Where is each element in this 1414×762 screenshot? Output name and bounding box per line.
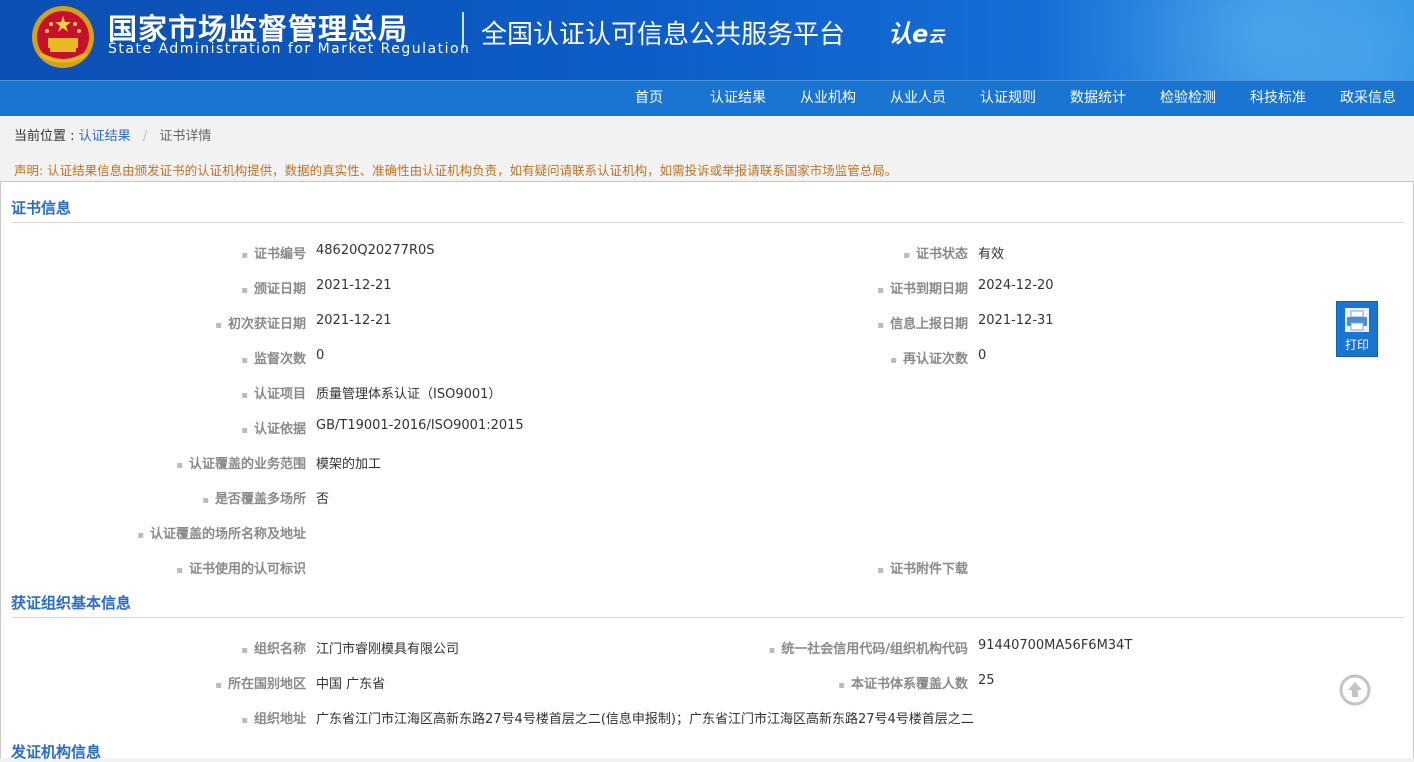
label-cert-basis: 认证依据 xyxy=(241,418,306,437)
value-issue-date: 2021-12-21 xyxy=(316,278,392,293)
value-region: 中国 广东省 xyxy=(316,677,386,692)
label-org-name: 组织名称 xyxy=(241,638,306,657)
breadcrumb-current: 证书详情 xyxy=(159,129,212,144)
main-nav: 首页 认证结果 从业机构 从业人员 认证规则 数据统计 检验检测 科技标准 政采… xyxy=(0,80,1414,116)
platform-logo: 认e云 xyxy=(888,14,944,49)
value-cert-project: 质量管理体系认证（ISO9001） xyxy=(316,387,502,402)
value-cert-no: 48620Q20277R0S xyxy=(316,243,435,258)
breadcrumb-link-cert-results[interactable]: 认证结果 xyxy=(79,129,131,144)
nav-home[interactable]: 首页 xyxy=(635,81,663,116)
value-multisite: 否 xyxy=(316,492,330,507)
title-divider xyxy=(462,12,464,48)
section-title-org: 获证组织基本信息 xyxy=(11,594,132,612)
nav-personnel[interactable]: 从业人员 xyxy=(890,81,946,116)
site-header: 国家市场监督管理总局 State Administration for Mark… xyxy=(0,0,1414,80)
section-title-issuer: 发证机构信息 xyxy=(11,743,102,761)
label-org-address: 组织地址 xyxy=(241,708,306,727)
value-expire-date: 2024-12-20 xyxy=(978,278,1054,293)
label-multisite: 是否覆盖多场所 xyxy=(202,488,306,507)
value-credit-code: 91440700MA56F6M34T xyxy=(978,638,1133,653)
back-to-top-icon[interactable] xyxy=(1339,674,1371,706)
label-issue-date: 颁证日期 xyxy=(241,278,306,297)
value-report-date: 2021-12-31 xyxy=(978,313,1054,328)
value-org-name: 江门市睿刚模具有限公司 xyxy=(316,642,460,657)
logo-char-b: e xyxy=(912,20,929,48)
nav-standards[interactable]: 科技标准 xyxy=(1250,81,1306,116)
label-cert-no: 证书编号 xyxy=(241,243,306,262)
print-label: 打印 xyxy=(1344,338,1369,352)
logo-char-a: 认 xyxy=(888,20,912,48)
label-business-scope: 认证覆盖的业务范围 xyxy=(176,453,306,472)
nav-statistics[interactable]: 数据统计 xyxy=(1070,81,1126,116)
disclaimer-notice: 声明: 认证结果信息由颁发证书的认证机构提供，数据的真实性、准确性由认证机构负责… xyxy=(14,163,898,178)
detail-panel: 证书信息 证书编号 48620Q20277R0S 证书状态 有效 颁证日期 20… xyxy=(0,181,1414,761)
value-headcount: 25 xyxy=(978,673,995,688)
label-accreditation-mark: 证书使用的认可标识 xyxy=(176,558,306,577)
agency-name-en: State Administration for Market Regulati… xyxy=(108,41,471,57)
nav-inspection[interactable]: 检验检测 xyxy=(1160,81,1216,116)
section-divider xyxy=(11,617,1404,618)
label-cert-project: 认证项目 xyxy=(241,383,306,402)
label-sites-address: 认证覆盖的场所名称及地址 xyxy=(137,523,306,542)
print-button[interactable]: 打印 xyxy=(1336,301,1378,357)
breadcrumb: 当前位置 : 认证结果 / 证书详情 xyxy=(14,125,211,144)
label-cert-status: 证书状态 xyxy=(903,243,968,262)
nav-cert-results[interactable]: 认证结果 xyxy=(710,81,766,116)
value-supervision-count: 0 xyxy=(316,348,325,363)
printer-icon xyxy=(1345,308,1369,332)
value-cert-status: 有效 xyxy=(978,247,1005,262)
value-cert-basis: GB/T19001-2016/ISO9001:2015 xyxy=(316,418,524,433)
label-headcount: 本证书体系覆盖人数 xyxy=(838,673,968,692)
value-recert-count: 0 xyxy=(978,348,987,363)
label-attachment-download[interactable]: 证书附件下载 xyxy=(877,558,968,577)
value-org-address: 广东省江门市江海区高新东路27号4号楼首层之二(信息申报制)；广东省江门市江海区… xyxy=(316,712,974,727)
breadcrumb-prefix: 当前位置 : xyxy=(14,129,75,144)
platform-title: 全国认证认可信息公共服务平台 xyxy=(481,20,846,50)
label-report-date: 信息上报日期 xyxy=(877,313,968,332)
nav-cert-rules[interactable]: 认证规则 xyxy=(980,81,1036,116)
national-emblem-icon xyxy=(32,6,94,68)
label-supervision-count: 监督次数 xyxy=(241,348,306,367)
logo-char-c: 云 xyxy=(928,27,945,46)
label-first-date: 初次获证日期 xyxy=(215,313,306,332)
label-expire-date: 证书到期日期 xyxy=(877,278,968,297)
label-region: 所在国别地区 xyxy=(215,673,306,692)
value-first-date: 2021-12-21 xyxy=(316,313,392,328)
section-divider xyxy=(11,222,1404,223)
nav-institutions[interactable]: 从业机构 xyxy=(800,81,856,116)
label-recert-count: 再认证次数 xyxy=(890,348,968,367)
section-title-cert: 证书信息 xyxy=(11,199,72,217)
header-decoration xyxy=(894,0,1414,80)
label-credit-code: 统一社会信用代码/组织机构代码 xyxy=(768,638,968,657)
value-business-scope: 模架的加工 xyxy=(316,457,382,472)
nav-procurement[interactable]: 政采信息 xyxy=(1340,81,1396,116)
breadcrumb-separator: / xyxy=(142,129,148,144)
